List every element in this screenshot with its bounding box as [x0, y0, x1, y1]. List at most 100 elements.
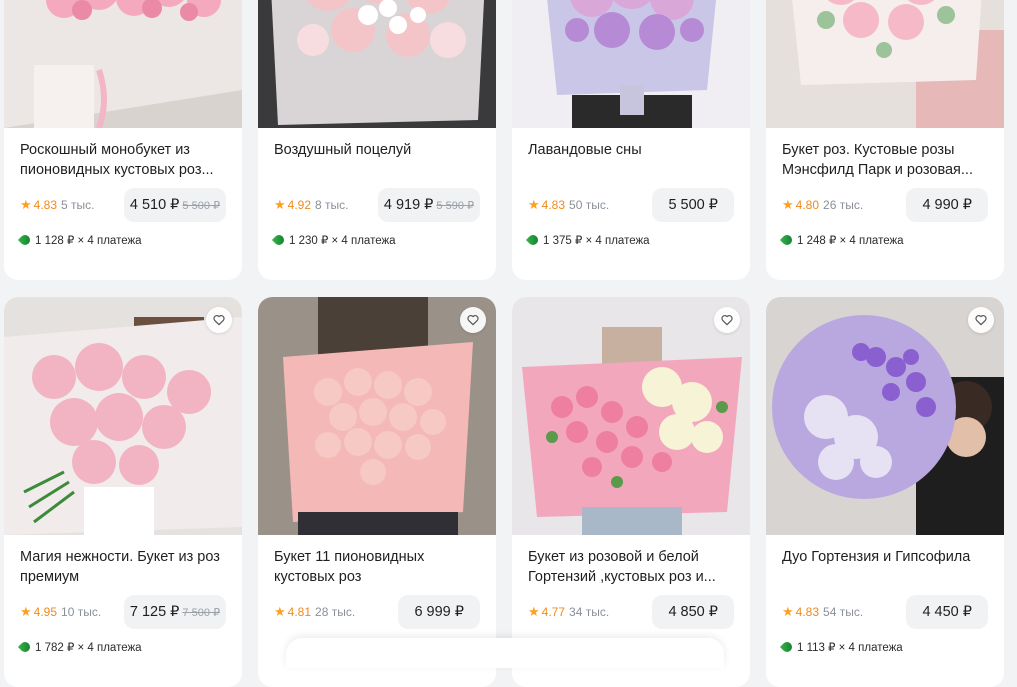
current-price: 7 125 ₽ — [129, 604, 180, 620]
review-count: 54 тыс. — [823, 605, 864, 619]
product-title[interactable]: Магия нежности. Букет из роз премиум — [20, 547, 228, 587]
product-photo[interactable] — [4, 297, 242, 535]
review-count: 50 тыс. — [569, 198, 610, 212]
review-count: 26 тыс. — [823, 198, 864, 212]
star-icon: ★ — [20, 197, 32, 212]
star-icon: ★ — [274, 197, 286, 212]
product-title[interactable]: Букет из розовой и белой Гортензий ,куст… — [528, 547, 736, 587]
installment-info: 1 375 ₽ × 4 платежа — [525, 232, 650, 248]
installment-text: 1 248 ₽ × 4 платежа — [797, 235, 904, 247]
star-icon: ★ — [782, 604, 794, 619]
product-photo[interactable] — [258, 0, 496, 128]
rating-value: 4.83 — [795, 605, 820, 619]
favorite-button[interactable] — [460, 307, 486, 333]
star-icon: ★ — [782, 197, 794, 212]
product-card[interactable]: Дуо Гортензия и Гипсофила ★ 4.83 54 тыс.… — [766, 297, 1004, 687]
rating-value: 4.77 — [541, 605, 566, 619]
price-button[interactable]: 4 990 ₽ — [906, 188, 988, 222]
price-button[interactable]: 4 850 ₽ — [652, 595, 734, 629]
product-card[interactable]: Лавандовые сны ★ 4.83 50 тыс. 5 500 ₽ 1 … — [512, 0, 750, 280]
star-icon: ★ — [528, 197, 540, 212]
product-card[interactable]: Букет роз. Кустовые розы Мэнсфилд Парк и… — [766, 0, 1004, 280]
product-card[interactable]: Роскошный монобукет из пионовидных кусто… — [4, 0, 242, 280]
split-payment-leaf-icon — [271, 232, 287, 248]
heart-outline-icon — [467, 315, 479, 326]
current-price: 4 990 ₽ — [922, 197, 972, 213]
price-button[interactable]: 6 999 ₽ — [398, 595, 480, 629]
product-rating: ★ 4.95 10 тыс. — [20, 603, 101, 621]
price-button[interactable]: 5 500 ₽ — [652, 188, 734, 222]
rating-value: 4.92 — [287, 198, 312, 212]
installment-text: 1 230 ₽ × 4 платежа — [289, 235, 396, 247]
bottom-overlay-panel[interactable] — [286, 638, 724, 668]
split-payment-leaf-icon — [779, 639, 795, 655]
product-title[interactable]: Букет 11 пионовидных кустовых роз — [274, 547, 482, 587]
old-price: 7 500 ₽ — [182, 606, 220, 619]
product-photo[interactable] — [766, 0, 1004, 128]
installment-text: 1 128 ₽ × 4 платежа — [35, 235, 142, 247]
product-rating: ★ 4.81 28 тыс. — [274, 603, 355, 621]
installment-text: 1 375 ₽ × 4 платежа — [543, 235, 650, 247]
installment-info: 1 113 ₽ × 4 платежа — [779, 639, 903, 655]
product-title[interactable]: Лавандовые сны — [528, 140, 736, 160]
product-photo[interactable] — [766, 297, 1004, 535]
price-button[interactable]: 4 510 ₽ 5 500 ₽ — [123, 188, 226, 222]
installment-text: 1 782 ₽ × 4 платежа — [35, 642, 142, 654]
old-price: 5 590 ₽ — [436, 199, 474, 212]
heart-outline-icon — [213, 315, 225, 326]
star-icon: ★ — [528, 604, 540, 619]
product-rating: ★ 4.80 26 тыс. — [782, 196, 863, 214]
installment-info: 1 782 ₽ × 4 платежа — [17, 639, 142, 655]
review-count: 28 тыс. — [315, 605, 356, 619]
review-count: 8 тыс. — [315, 198, 349, 212]
product-row: Роскошный монобукет из пионовидных кусто… — [4, 0, 1014, 280]
star-icon: ★ — [274, 604, 286, 619]
current-price: 5 500 ₽ — [668, 197, 718, 213]
installment-info: 1 230 ₽ × 4 платежа — [271, 232, 396, 248]
rating-value: 4.95 — [33, 605, 58, 619]
current-price: 6 999 ₽ — [414, 604, 464, 620]
split-payment-leaf-icon — [17, 232, 33, 248]
installment-info: 1 128 ₽ × 4 платежа — [17, 232, 142, 248]
installment-info: 1 248 ₽ × 4 платежа — [779, 232, 904, 248]
product-photo[interactable] — [512, 0, 750, 128]
current-price: 4 450 ₽ — [922, 604, 972, 620]
product-card[interactable]: Букет 11 пионовидных кустовых роз ★ 4.81… — [258, 297, 496, 687]
favorite-button[interactable] — [968, 307, 994, 333]
rating-value: 4.83 — [541, 198, 566, 212]
split-payment-leaf-icon — [17, 639, 33, 655]
price-button[interactable]: 4 450 ₽ — [906, 595, 988, 629]
product-rating: ★ 4.77 34 тыс. — [528, 603, 609, 621]
current-price: 4 510 ₽ — [129, 197, 180, 213]
rating-value: 4.80 — [795, 198, 820, 212]
review-count: 34 тыс. — [569, 605, 610, 619]
rating-value: 4.83 — [33, 198, 58, 212]
price-button[interactable]: 7 125 ₽ 7 500 ₽ — [123, 595, 226, 629]
favorite-button[interactable] — [714, 307, 740, 333]
product-photo[interactable] — [512, 297, 750, 535]
product-rating: ★ 4.83 54 тыс. — [782, 603, 863, 621]
heart-outline-icon — [721, 315, 733, 326]
star-icon: ★ — [20, 604, 32, 619]
review-count: 5 тыс. — [61, 198, 95, 212]
review-count: 10 тыс. — [61, 605, 102, 619]
split-payment-leaf-icon — [525, 232, 541, 248]
product-title[interactable]: Воздушный поцелуй — [274, 140, 482, 160]
product-title[interactable]: Дуо Гортензия и Гипсофила — [782, 547, 990, 567]
product-rating: ★ 4.83 50 тыс. — [528, 196, 609, 214]
rating-value: 4.81 — [287, 605, 312, 619]
old-price: 5 500 ₽ — [182, 199, 220, 212]
product-title[interactable]: Роскошный монобукет из пионовидных кусто… — [20, 140, 228, 180]
product-card[interactable]: Воздушный поцелуй ★ 4.92 8 тыс. 4 919 ₽ … — [258, 0, 496, 280]
product-row: Магия нежности. Букет из роз премиум ★ 4… — [4, 297, 1014, 687]
product-card[interactable]: Магия нежности. Букет из роз премиум ★ 4… — [4, 297, 242, 687]
product-card[interactable]: Букет из розовой и белой Гортензий ,куст… — [512, 297, 750, 687]
product-title[interactable]: Букет роз. Кустовые розы Мэнсфилд Парк и… — [782, 140, 990, 180]
product-rating: ★ 4.92 8 тыс. — [274, 196, 348, 214]
product-photo[interactable] — [258, 297, 496, 535]
price-button[interactable]: 4 919 ₽ 5 590 ₽ — [377, 188, 480, 222]
current-price: 4 850 ₽ — [668, 604, 718, 620]
favorite-button[interactable] — [206, 307, 232, 333]
product-photo[interactable] — [4, 0, 242, 128]
current-price: 4 919 ₽ — [383, 197, 434, 213]
